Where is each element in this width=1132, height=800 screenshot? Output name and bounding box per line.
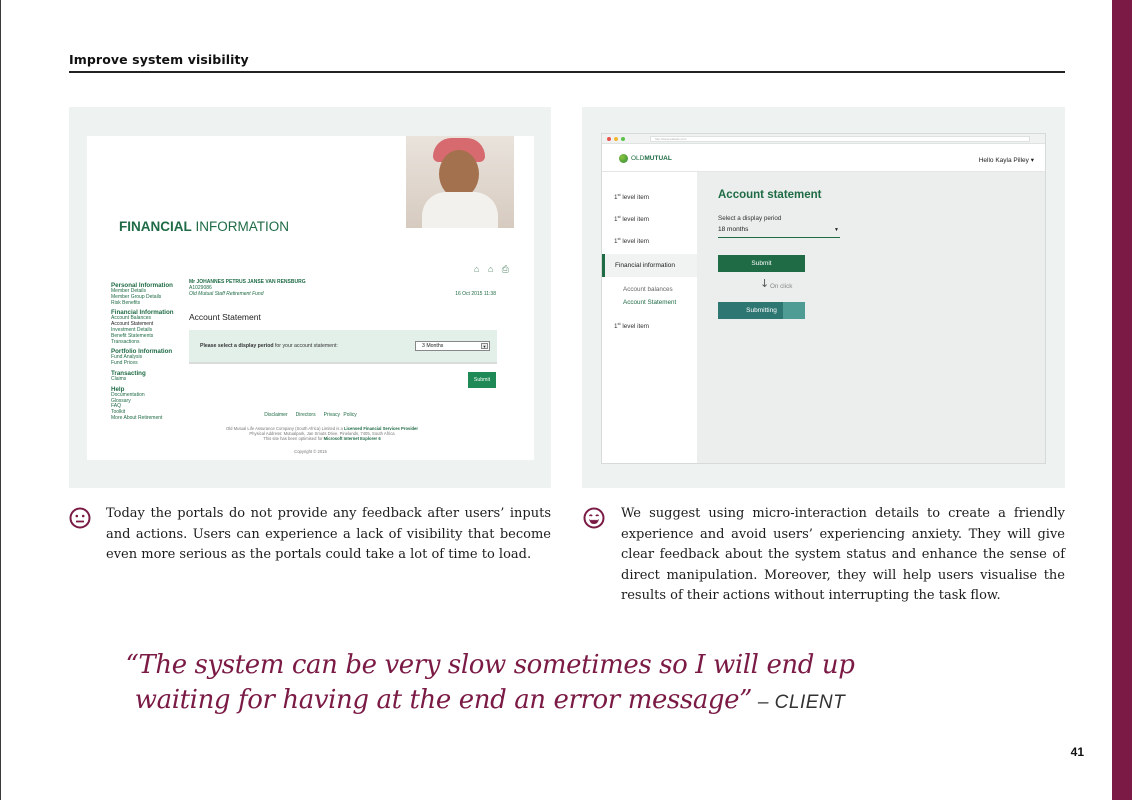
maximize-dot-icon <box>621 137 625 141</box>
mock-side-nav: 1st level item 1st level item 1st level … <box>602 172 697 463</box>
legacy-nav-item[interactable]: Risk Benefits <box>111 300 189 307</box>
nav-item-1[interactable]: 1st level item <box>614 192 649 201</box>
on-click-label: On click <box>770 283 793 290</box>
nav-item-financial-information[interactable]: Financial information <box>602 254 697 277</box>
client-quote: “The system can be very slow sometimes s… <box>125 650 855 715</box>
dropdown-arrow-icon: ▼ <box>481 343 488 349</box>
app-header: OLDMUTUAL Hello Kayla Pilley ▾ <box>602 144 1045 172</box>
legacy-footer-link[interactable]: Directors <box>296 412 316 418</box>
period-selector-box: Please select a display period for your … <box>189 330 497 364</box>
nav-sub-account-balances[interactable]: Account balances <box>623 286 673 293</box>
proposed-design-panel: http://www.website.com OLDMUTUAL Hello K… <box>582 107 1065 488</box>
legacy-nav-item[interactable]: Fund Prices <box>111 360 189 367</box>
chapter-color-band <box>1112 0 1132 800</box>
copyright: Copyright © 2015 <box>294 449 327 454</box>
legacy-side-nav: Personal Information Member Details Member… <box>111 279 189 422</box>
arrow-down-icon: ↓ <box>760 277 770 290</box>
period-select[interactable]: 3 Months ▼ <box>415 341 490 351</box>
browser-bar: http://www.website.com <box>602 134 1045 144</box>
address-bar[interactable]: http://www.website.com <box>650 136 1030 142</box>
caret-down-icon: ▼ <box>834 227 839 233</box>
neutral-face-icon <box>69 507 91 529</box>
proposed-mockup: http://www.website.com OLDMUTUAL Hello K… <box>601 133 1046 464</box>
current-state-caption: Today the portals do not provide any fee… <box>106 506 551 562</box>
nav-item-4[interactable]: 1st level item <box>614 321 649 330</box>
current-portal-screenshot-panel: FINANCIAL INFORMATION ⌂ ⌂ ⎙ Personal Inf… <box>69 107 551 488</box>
quote-attribution: CLIENT <box>774 692 846 713</box>
submit-button[interactable]: Submit <box>718 255 805 272</box>
legacy-nav-item[interactable]: Transactions <box>111 339 189 346</box>
legacy-footer-links: Disclaimer Directors Privacy Policy <box>87 412 534 418</box>
legacy-submit-button[interactable]: Submit <box>468 372 496 388</box>
hero-photo <box>406 136 514 228</box>
legacy-footer-link[interactable]: Disclaimer <box>264 412 287 418</box>
section-title: Improve system visibility <box>69 52 249 67</box>
nav-item-2[interactable]: 1st level item <box>614 214 649 223</box>
legacy-account-title: Account Statement <box>189 312 261 322</box>
logo-mark-icon <box>619 154 628 163</box>
member-date: 16 Oct 2015 11:38 <box>455 291 496 297</box>
legacy-nav-item[interactable]: Claims <box>111 376 189 383</box>
period-dropdown[interactable]: 18 months ▼ <box>718 226 840 238</box>
period-prompt: Please select a display period for your … <box>200 343 338 349</box>
old-mutual-logo: OLDMUTUAL <box>619 154 672 163</box>
close-dot-icon <box>607 137 611 141</box>
member-fund: Old Mutual Staff Retirement Fund <box>189 291 264 297</box>
minimize-dot-icon <box>614 137 618 141</box>
quote-dash: – <box>752 692 775 713</box>
smiling-face-icon <box>583 507 605 529</box>
submitting-button[interactable]: Submitting <box>718 302 805 319</box>
nav-item-3[interactable]: 1st level item <box>614 236 649 245</box>
nav-sub-account-statement[interactable]: Account Statement <box>623 299 676 306</box>
company-info: Old Mutual Life Assurance Company (South… <box>225 426 419 441</box>
period-label: Select a display period <box>718 215 782 222</box>
user-menu[interactable]: Hello Kayla Pilley ▾ <box>979 156 1034 164</box>
page-edge-rule <box>0 0 1 800</box>
suggestion-caption: We suggest using micro-interaction detai… <box>621 506 1065 603</box>
page-number: 41 <box>1070 745 1084 759</box>
home-print-icons[interactable]: ⌂ ⌂ ⎙ <box>474 264 512 275</box>
mock-content: Account statement Select a display perio… <box>697 172 1045 463</box>
legacy-page-title: FINANCIAL INFORMATION <box>119 219 289 234</box>
legacy-footer-link[interactable]: Privacy Policy <box>324 412 357 418</box>
section-divider <box>69 71 1065 73</box>
account-statement-heading: Account statement <box>718 189 822 201</box>
legacy-portal-screenshot: FINANCIAL INFORMATION ⌂ ⌂ ⎙ Personal Inf… <box>87 136 534 460</box>
